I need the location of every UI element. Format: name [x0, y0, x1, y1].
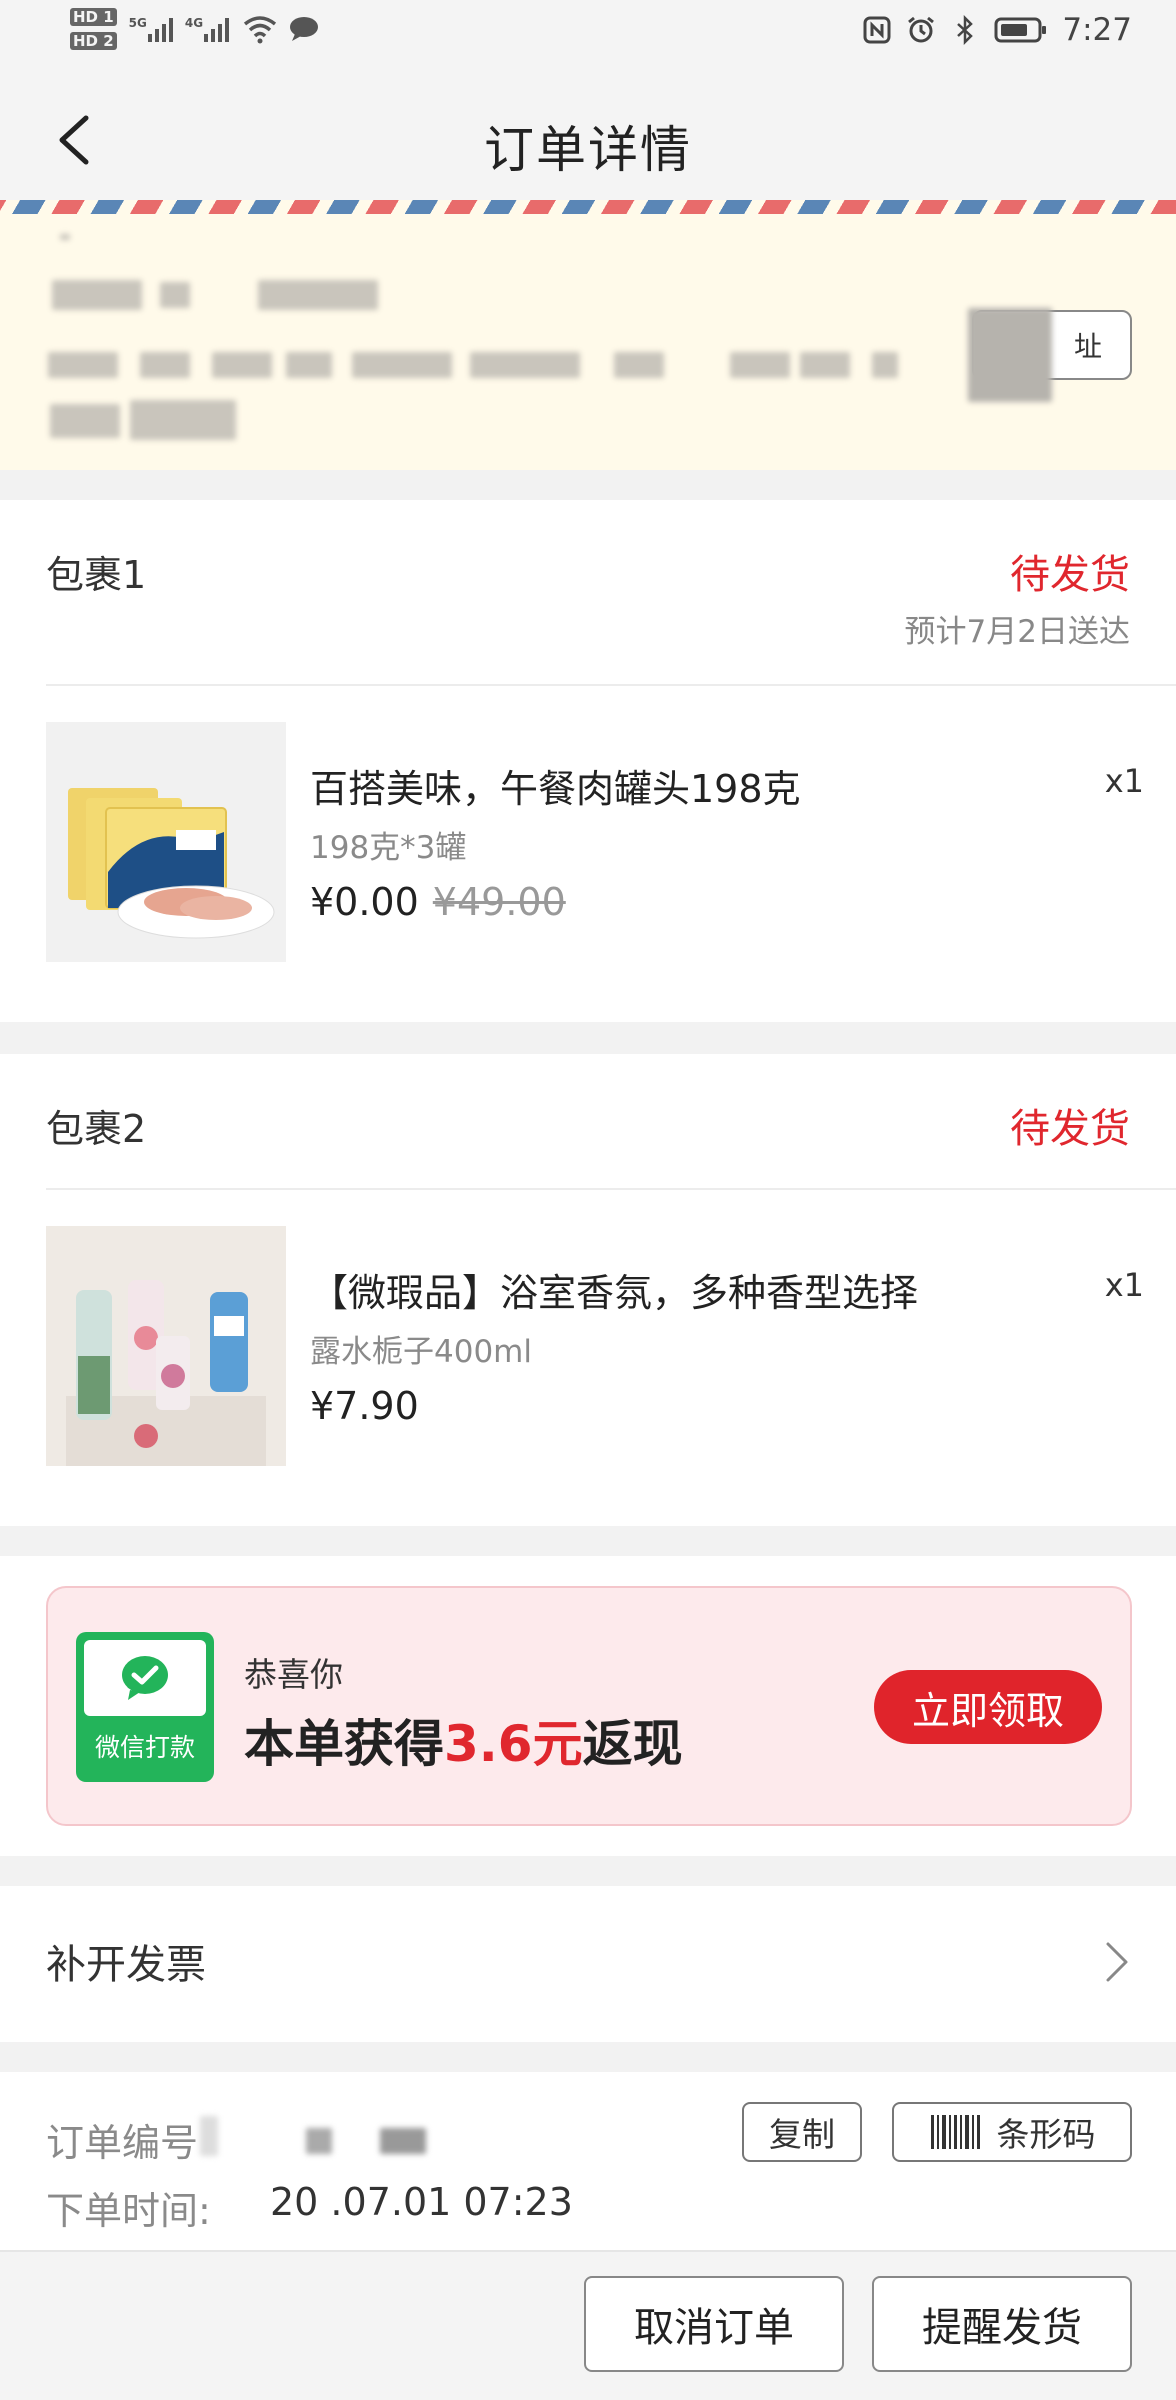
wechat-pay-label: 微信打款 [94, 1733, 195, 1762]
wechat-pay-badge: 微信打款 [76, 1632, 214, 1782]
invoice-label: 补开发票 [46, 1942, 206, 1988]
nfc-icon [863, 16, 891, 44]
blurred-text [160, 282, 190, 308]
cashback-prefix: 本单获得 [244, 1715, 444, 1773]
page-header: 订单详情 [0, 74, 1176, 200]
blurred-text [470, 352, 580, 378]
wechat-check-icon [122, 1656, 168, 1700]
bluetooth-icon [957, 15, 974, 45]
product-quantity: x1 [1104, 762, 1144, 800]
product-quantity: x1 [1104, 1266, 1144, 1304]
barcode-button[interactable]: 条形码 [892, 2102, 1132, 2162]
copy-button[interactable]: 复制 [742, 2102, 862, 2162]
battery-icon [994, 17, 1047, 43]
remind-shipping-button[interactable]: 提醒发货 [872, 2276, 1132, 2372]
delivery-eta: 预计7月2日送达 [904, 614, 1130, 650]
product-price: ¥7.90 [310, 1384, 419, 1428]
clock: 7:27 [1062, 12, 1132, 48]
product-spec: 露水栀子400ml [310, 1334, 532, 1370]
blurred-text [258, 280, 378, 310]
blurred-text [286, 352, 332, 378]
air-freshener-image [46, 1226, 286, 1466]
blurred-text [730, 352, 790, 378]
product-name[interactable]: 【微瑕品】浴室香氛，多种香型选择 [310, 1262, 918, 1317]
hd2-badge: HD 2 [70, 32, 117, 50]
address-card[interactable]: 址 [0, 214, 1176, 470]
wifi-icon [243, 16, 277, 44]
claim-cashback-button[interactable]: 立即领取 [874, 1670, 1102, 1744]
wechat-badge-inner [84, 1640, 206, 1716]
package-status: 待发货 [1010, 1106, 1130, 1152]
blurred-text [48, 352, 118, 378]
status-bar: HD 1 HD 2 5G 4G 7:27 [0, 0, 1176, 74]
chevron-right-icon [1106, 1942, 1128, 1982]
product-spec: 198克*3罐 [310, 830, 467, 866]
order-number-label: 订单编号 [46, 2121, 199, 2165]
blurred-text [50, 404, 120, 438]
package-card-1: 包裹1 待发货 预计7月2日送达 百搭美味，午餐肉罐头198克 198克*3罐 … [0, 500, 1176, 1022]
package-title: 包裹2 [46, 1107, 147, 1151]
blurred-text [352, 352, 452, 378]
blurred-text [872, 352, 898, 378]
product-name[interactable]: 百搭美味，午餐肉罐头198克 [310, 758, 801, 813]
blurred-text [614, 352, 664, 378]
package-title: 包裹1 [46, 553, 147, 597]
airmail-stripe-border [0, 200, 1176, 214]
barcode-label: 条形码 [996, 2115, 1096, 2154]
cashback-amount: 3.6元 [444, 1715, 583, 1773]
invoice-row[interactable]: 补开发票 [0, 1886, 1176, 2042]
net1-label: 5G [128, 16, 147, 30]
divider [46, 684, 1176, 686]
blurred-order-number [306, 2128, 332, 2154]
status-right: 7:27 [862, 12, 1132, 48]
signal-4g-icon: 4G [184, 16, 230, 42]
page-title: 订单详情 [484, 121, 692, 179]
blurred-order-number [380, 2128, 426, 2154]
product-image-air-freshener[interactable] [46, 1226, 286, 1466]
blurred-text [800, 352, 850, 378]
blurred-order-number [200, 2116, 218, 2156]
blurred-text [60, 234, 70, 240]
blurred-text [52, 280, 142, 310]
status-left: HD 1 HD 2 5G 4G [70, 8, 319, 50]
cashback-suffix: 返现 [582, 1715, 683, 1773]
order-info: 订单编号 复制 条形码 下单时间: 20 .07.01 07:23 [0, 2072, 1176, 2250]
divider [46, 1188, 1176, 1190]
signal-5g-icon: 5G [129, 16, 173, 42]
modify-address-label: 址 [1073, 330, 1102, 363]
hd1-badge: HD 1 [70, 8, 117, 26]
product-price-row: ¥0.00 ¥49.00 [310, 880, 566, 924]
product-original-price: ¥49.00 [432, 880, 566, 924]
cashback-banner[interactable]: 微信打款 恭喜你 本单获得3.6元返现 立即领取 [46, 1586, 1132, 1826]
package-status: 待发货 [1010, 552, 1130, 598]
order-time-label: 下单时间: [46, 2189, 211, 2233]
blurred-text [212, 352, 272, 378]
cashback-greeting: 恭喜你 [244, 1655, 343, 1694]
canned-meat-image [46, 722, 286, 962]
message-icon [290, 17, 319, 41]
product-price: ¥0.00 [310, 880, 419, 924]
bottom-action-bar: 取消订单 提醒发货 [0, 2250, 1176, 2400]
hd-indicators: HD 1 HD 2 [70, 8, 117, 50]
product-image-canned-meat[interactable] [46, 722, 286, 962]
cancel-order-button[interactable]: 取消订单 [584, 2276, 844, 2372]
alarm-icon [908, 16, 935, 43]
blurred-text [140, 352, 190, 378]
blurred-text [130, 400, 236, 440]
cashback-message: 本单获得3.6元返现 [244, 1704, 683, 1776]
barcode-icon [930, 2115, 980, 2149]
blurred-text [968, 308, 1052, 402]
order-time-value: 20 .07.01 07:23 [270, 2180, 573, 2224]
package-card-2: 包裹2 待发货 【微瑕品】浴室香氛，多种香型选择 露水栀子400ml ¥7.90… [0, 1054, 1176, 1526]
net2-label: 4G [184, 16, 204, 30]
